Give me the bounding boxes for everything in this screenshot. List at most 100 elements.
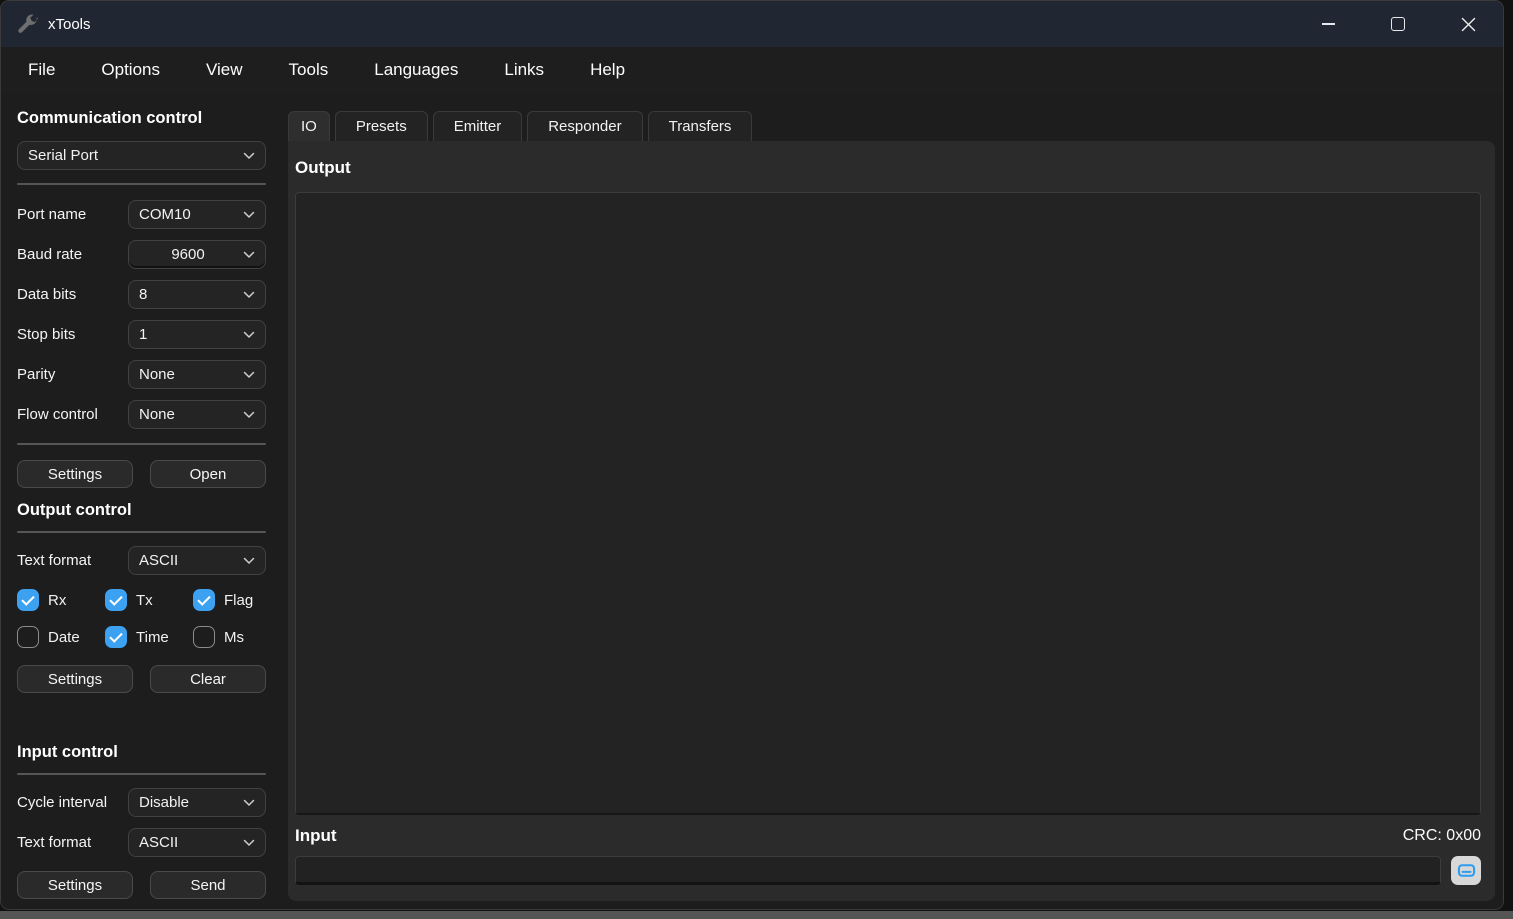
checkbox-date[interactable]: Date [17,626,105,648]
maximize-icon [1391,17,1405,31]
menu-view[interactable]: View [206,60,243,80]
divider [17,183,266,185]
parity-row: Parity None [17,360,266,389]
tab-transfers[interactable]: Transfers [648,111,753,141]
chevron-down-icon [243,152,255,160]
baud-rate-row: Baud rate 9600 [17,240,266,269]
parity-label: Parity [17,366,128,383]
stop-bits-select[interactable]: 1 [128,320,266,349]
cycle-interval-select[interactable]: Disable [128,788,266,817]
port-name-row: Port name COM10 [17,200,266,229]
checkbox-flag[interactable]: Flag [193,589,266,611]
input-text-format-value: ASCII [139,834,237,851]
chevron-down-icon [243,211,255,219]
menu-options[interactable]: Options [101,60,160,80]
communication-control-heading: Communication control [17,109,266,128]
maximize-button[interactable] [1363,1,1433,47]
data-bits-select[interactable]: 8 [128,280,266,309]
divider [17,773,266,775]
checkbox-rx[interactable]: Rx [17,589,105,611]
data-bits-label: Data bits [17,286,128,303]
checkbox-box[interactable] [193,589,215,611]
checkbox-label: Time [136,629,169,646]
check-icon [197,592,210,605]
tab-responder[interactable]: Responder [527,111,642,141]
tab-emitter[interactable]: Emitter [433,111,523,141]
menu-languages[interactable]: Languages [374,60,458,80]
divider [17,531,266,533]
output-settings-button[interactable]: Settings [17,665,133,693]
parity-value: None [139,366,237,383]
flow-control-select[interactable]: None [128,400,266,429]
output-flags-grid: Rx Tx Flag Date Time [17,589,266,648]
checkbox-label: Rx [48,592,66,609]
input-text-format-row: Text format ASCII [17,828,266,857]
checkbox-box[interactable] [17,626,39,648]
minimize-button[interactable] [1293,1,1363,47]
sidebar: Communication control Serial Port Port n… [1,93,288,909]
input-text-format-select[interactable]: ASCII [128,828,266,857]
device-type-select[interactable]: Serial Port [17,141,266,170]
window-controls [1293,1,1503,47]
tab-label: Responder [548,118,621,135]
input-settings-button[interactable]: Settings [17,871,133,899]
port-name-select[interactable]: COM10 [128,200,266,229]
chevron-down-icon [243,557,255,565]
app-window: xTools File Options View Tools Languages… [0,0,1504,910]
checkbox-time[interactable]: Time [105,626,193,648]
baud-rate-label: Baud rate [17,246,128,263]
input-format-button[interactable] [1451,856,1481,885]
checkbox-label: Flag [224,592,253,609]
tab-label: Transfers [669,118,732,135]
window-title: xTools [48,16,91,33]
output-text-format-row: Text format ASCII [17,546,266,575]
chevron-down-icon [243,331,255,339]
io-tab-page: Output Input CRC: 0x00 [288,141,1495,901]
minimize-icon [1322,23,1335,25]
checkbox-box[interactable] [193,626,215,648]
chevron-down-icon [243,371,255,379]
menu-tools[interactable]: Tools [289,60,329,80]
checkbox-box[interactable] [17,589,39,611]
menu-help[interactable]: Help [590,60,625,80]
clear-button[interactable]: Clear [150,665,266,693]
tab-label: Emitter [454,118,502,135]
device-type-value: Serial Port [28,147,237,164]
input-control-heading: Input control [17,743,266,762]
desktop-behind-window [0,911,1513,919]
menu-file[interactable]: File [28,60,55,80]
menu-links[interactable]: Links [504,60,544,80]
message-input[interactable] [295,856,1441,885]
comm-settings-button[interactable]: Settings [17,460,133,488]
checkbox-label: Ms [224,629,244,646]
output-text-format-label: Text format [17,552,128,569]
tab-io[interactable]: IO [288,111,330,141]
chevron-down-icon [243,839,255,847]
check-icon [109,629,122,642]
open-button[interactable]: Open [150,460,266,488]
checkbox-tx[interactable]: Tx [105,589,193,611]
flow-control-row: Flow control None [17,400,266,429]
send-button[interactable]: Send [150,871,266,899]
checkbox-box[interactable] [105,626,127,648]
crc-value: CRC: 0x00 [1403,827,1481,845]
checkbox-ms[interactable]: Ms [193,626,266,648]
baud-rate-value: 9600 [139,246,237,263]
titlebar[interactable]: xTools [1,1,1503,47]
output-text-format-select[interactable]: ASCII [128,546,266,575]
main-panel: IO Presets Emitter Responder Transfers O… [288,93,1503,909]
divider [17,443,266,445]
checkbox-box[interactable] [105,589,127,611]
stop-bits-value: 1 [139,326,237,343]
flow-control-label: Flow control [17,406,128,423]
data-bits-value: 8 [139,286,237,303]
cycle-interval-value: Disable [139,794,237,811]
parity-select[interactable]: None [128,360,266,389]
port-name-label: Port name [17,206,128,223]
baud-rate-select[interactable]: 9600 [128,240,266,269]
output-heading: Output [295,158,1481,178]
output-log-area[interactable] [295,192,1481,815]
tab-presets[interactable]: Presets [335,111,428,141]
tab-label: Presets [356,118,407,135]
close-button[interactable] [1433,1,1503,47]
